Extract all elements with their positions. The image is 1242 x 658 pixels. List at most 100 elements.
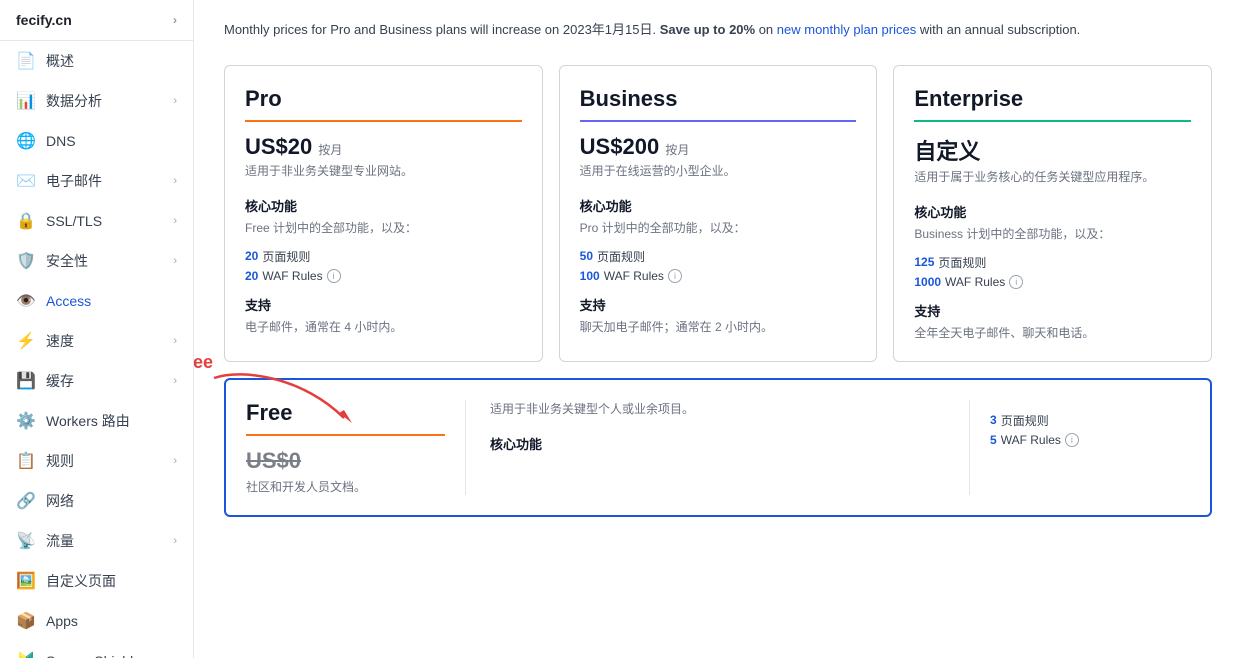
enterprise-core-title: 核心功能 bbox=[914, 202, 1191, 221]
traffic-icon: 📡 bbox=[16, 531, 36, 551]
sidebar-item-access[interactable]: 👁️ Access bbox=[0, 281, 193, 321]
free-page-rules-label: 页面规则 bbox=[1001, 412, 1049, 429]
business-core-desc: Pro 计划中的全部功能，以及： bbox=[580, 219, 857, 236]
annotation-wrapper: 选择free Free US$0 社区和开发人员文档。 适用于非业务关键型个人或… bbox=[224, 378, 1212, 517]
custom-pages-icon: 🖼️ bbox=[16, 571, 36, 591]
pro-divider bbox=[245, 120, 522, 122]
sidebar-item-analytics[interactable]: 📊 数据分析 › bbox=[0, 81, 193, 121]
business-page-rules-count: 50 bbox=[580, 249, 593, 263]
enterprise-page-rules-count: 125 bbox=[914, 255, 934, 269]
chevron-down-icon: › bbox=[173, 215, 177, 227]
free-plan-name: Free bbox=[246, 400, 445, 426]
pro-plan-price: US$20 按月 bbox=[245, 134, 522, 160]
sidebar-item-label: DNS bbox=[46, 133, 177, 149]
sidebar-item-speed[interactable]: ⚡ 速度 › bbox=[0, 321, 193, 361]
notice-link[interactable]: new monthly plan prices bbox=[777, 22, 916, 37]
notice-text: Monthly prices for Pro and Business plan… bbox=[224, 22, 660, 37]
dns-icon: 🌐 bbox=[16, 131, 36, 151]
business-waf-count: 100 bbox=[580, 269, 600, 283]
pro-plan-name: Pro bbox=[245, 86, 522, 112]
domain-label: fecify.cn bbox=[16, 12, 72, 28]
network-icon: 🔗 bbox=[16, 491, 36, 511]
chevron-down-icon: › bbox=[173, 255, 177, 267]
sidebar-item-label: 规则 bbox=[46, 451, 173, 471]
free-plan-subdesc: 社区和开发人员文档。 bbox=[246, 478, 445, 495]
plans-container: Pro US$20 按月 适用于非业务关键型专业网站。 核心功能 Free 计划… bbox=[224, 65, 1212, 517]
sidebar-item-email[interactable]: ✉️ 电子邮件 › bbox=[0, 161, 193, 201]
sidebar-item-label: SSL/TLS bbox=[46, 213, 173, 229]
business-plan-name: Business bbox=[580, 86, 857, 112]
sidebar-item-label: 缓存 bbox=[46, 371, 173, 391]
email-icon: ✉️ bbox=[16, 171, 36, 191]
sidebar-item-label: 概述 bbox=[46, 51, 177, 71]
business-waf: 100 WAF Rules i bbox=[580, 269, 857, 283]
enterprise-support-desc: 全年全天电子邮件、聊天和电话。 bbox=[914, 324, 1191, 341]
sidebar-item-label: Apps bbox=[46, 613, 177, 629]
sidebar-item-network[interactable]: 🔗 网络 bbox=[0, 481, 193, 521]
sidebar-item-label: Access bbox=[46, 293, 177, 309]
free-waf-info-icon[interactable]: i bbox=[1065, 433, 1079, 447]
free-waf-label: WAF Rules bbox=[1001, 433, 1061, 447]
sidebar-item-security[interactable]: 🛡️ 安全性 › bbox=[0, 241, 193, 281]
workers-icon: ⚙️ bbox=[16, 411, 36, 431]
scrape-shield-icon: 🔰 bbox=[16, 651, 36, 658]
enterprise-plan-price: 自定义 bbox=[914, 134, 1191, 166]
pro-page-rules: 20 页面规则 bbox=[245, 248, 522, 265]
business-core-title: 核心功能 bbox=[580, 196, 857, 215]
annotation-text: 选择free bbox=[194, 348, 213, 374]
business-features: 50 页面规则 100 WAF Rules i bbox=[580, 248, 857, 283]
business-divider bbox=[580, 120, 857, 122]
pro-waf-info-icon[interactable]: i bbox=[327, 269, 341, 283]
free-core-title: 核心功能 bbox=[490, 434, 945, 453]
cache-icon: 💾 bbox=[16, 371, 36, 391]
sidebar-item-workers[interactable]: ⚙️ Workers 路由 bbox=[0, 401, 193, 441]
plan-card-enterprise[interactable]: Enterprise 自定义 适用于属于业务核心的任务关键型应用程序。 核心功能… bbox=[893, 65, 1212, 362]
sidebar: fecify.cn › 📄 概述 📊 数据分析 › 🌐 DNS ✉️ 电子邮件 … bbox=[0, 0, 194, 658]
pro-waf: 20 WAF Rules i bbox=[245, 269, 522, 283]
sidebar-item-label: Workers 路由 bbox=[46, 411, 177, 431]
business-plan-desc: 适用于在线运营的小型企业。 bbox=[580, 162, 857, 180]
pro-plan-desc: 适用于非业务关键型专业网站。 bbox=[245, 162, 522, 180]
chevron-down-icon: › bbox=[173, 455, 177, 467]
pro-page-rules-count: 20 bbox=[245, 249, 258, 263]
sidebar-domain-header[interactable]: fecify.cn › bbox=[0, 0, 193, 41]
sidebar-item-rules[interactable]: 📋 规则 › bbox=[0, 441, 193, 481]
top-plans-row: Pro US$20 按月 适用于非业务关键型专业网站。 核心功能 Free 计划… bbox=[224, 65, 1212, 362]
enterprise-waf-count: 1000 bbox=[914, 275, 941, 289]
pro-core-title: 核心功能 bbox=[245, 196, 522, 215]
sidebar-item-scrape-shield[interactable]: 🔰 Scrape Shield bbox=[0, 641, 193, 658]
overview-icon: 📄 bbox=[16, 51, 36, 71]
analytics-icon: 📊 bbox=[16, 91, 36, 111]
pro-waf-label: WAF Rules bbox=[262, 269, 322, 283]
sidebar-item-label: 速度 bbox=[46, 331, 173, 351]
enterprise-divider bbox=[914, 120, 1191, 122]
sidebar-item-label: 安全性 bbox=[46, 251, 173, 271]
free-page-rules: 3 页面规则 bbox=[990, 412, 1190, 429]
free-waf: 5 WAF Rules i bbox=[990, 433, 1190, 447]
enterprise-waf-label: WAF Rules bbox=[945, 275, 1005, 289]
free-page-rules-count: 3 bbox=[990, 413, 997, 427]
sidebar-item-overview[interactable]: 📄 概述 bbox=[0, 41, 193, 81]
notice-bold: Save up to 20% bbox=[660, 22, 755, 37]
free-features: 3 页面规则 5 WAF Rules i bbox=[990, 412, 1190, 447]
plan-card-pro[interactable]: Pro US$20 按月 适用于非业务关键型专业网站。 核心功能 Free 计划… bbox=[224, 65, 543, 362]
sidebar-item-traffic[interactable]: 📡 流量 › bbox=[0, 521, 193, 561]
enterprise-page-rules: 125 页面规则 bbox=[914, 254, 1191, 271]
main-content: Monthly prices for Pro and Business plan… bbox=[194, 0, 1242, 658]
chevron-down-icon: › bbox=[173, 535, 177, 547]
pro-support-title: 支持 bbox=[245, 295, 522, 314]
business-waf-info-icon[interactable]: i bbox=[668, 269, 682, 283]
sidebar-item-ssl[interactable]: 🔒 SSL/TLS › bbox=[0, 201, 193, 241]
sidebar-item-apps[interactable]: 📦 Apps bbox=[0, 601, 193, 641]
enterprise-waf-info-icon[interactable]: i bbox=[1009, 275, 1023, 289]
plan-card-business[interactable]: Business US$200 按月 适用于在线运营的小型企业。 核心功能 Pr… bbox=[559, 65, 878, 362]
chevron-down-icon: › bbox=[173, 175, 177, 187]
business-support-title: 支持 bbox=[580, 295, 857, 314]
sidebar-item-cache[interactable]: 💾 缓存 › bbox=[0, 361, 193, 401]
sidebar-item-label: 流量 bbox=[46, 531, 173, 551]
plan-card-free[interactable]: Free US$0 社区和开发人员文档。 适用于非业务关键型个人或业余项目。 核… bbox=[224, 378, 1212, 517]
sidebar-item-custom-pages[interactable]: 🖼️ 自定义页面 bbox=[0, 561, 193, 601]
business-support-desc: 聊天加电子邮件；通常在 2 小时内。 bbox=[580, 318, 857, 335]
sidebar-item-label: 自定义页面 bbox=[46, 571, 177, 591]
sidebar-item-dns[interactable]: 🌐 DNS bbox=[0, 121, 193, 161]
